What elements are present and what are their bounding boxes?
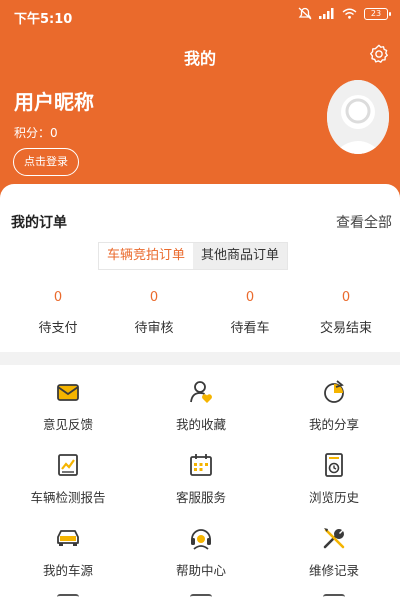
share-item[interactable]: 我的分享 xyxy=(274,379,394,433)
order-title: 我的订单 xyxy=(11,215,67,231)
login-button[interactable]: 点击登录 xyxy=(13,148,79,176)
headset-icon xyxy=(191,529,211,550)
repair-records-label: 维修记录 xyxy=(308,563,359,578)
services-grid: 意见反馈 我的收藏 我的分享 车辆检测报告 客服服务 浏览历史 我的车源 帮助中… xyxy=(0,365,400,600)
signal-icon xyxy=(319,8,334,19)
points-display: 积分：0 xyxy=(14,124,58,141)
history-icon xyxy=(325,453,343,477)
help-center-item[interactable]: 帮助中心 xyxy=(141,525,261,579)
points-label: 积分： xyxy=(14,126,51,140)
inspection-report-label: 车辆检测报告 xyxy=(30,490,106,505)
customer-service-item[interactable]: 客服服务 xyxy=(141,452,261,506)
order-stats: 0 待支付 0 待审核 0 待看车 0 交易结束 xyxy=(0,288,400,336)
view-all-orders-link[interactable]: 查看全部 xyxy=(336,212,392,232)
tab-vehicle-auction-orders[interactable]: 车辆竞拍订单 xyxy=(99,243,194,269)
battery-icon: 23 xyxy=(364,7,391,20)
status-time: 下午5:10 xyxy=(14,12,73,27)
favorites-label: 我的收藏 xyxy=(175,417,226,432)
browsing-history-label: 浏览历史 xyxy=(308,490,359,505)
stat-count: 0 xyxy=(53,290,63,305)
avatar[interactable] xyxy=(327,80,389,154)
stat-label: 待审核 xyxy=(134,321,174,336)
browsing-history-item[interactable]: 浏览历史 xyxy=(274,452,394,506)
next-row-icon-peek xyxy=(190,594,212,600)
status-bar: 下午5:10 23 xyxy=(0,0,400,30)
favorites-item[interactable]: 我的收藏 xyxy=(141,379,261,433)
report-icon xyxy=(58,454,78,476)
wifi-icon xyxy=(342,8,357,19)
order-section: 我的订单 查看全部 车辆竞拍订单 其他商品订单 0 待支付 0 待审核 0 待看… xyxy=(0,184,400,352)
share-icon xyxy=(324,380,344,403)
stat-pending-review[interactable]: 0 待审核 xyxy=(106,288,202,336)
favorites-icon xyxy=(190,381,212,403)
stat-label: 待支付 xyxy=(38,321,78,336)
stat-count: 0 xyxy=(149,290,159,305)
default-avatar-icon xyxy=(327,80,389,154)
share-label: 我的分享 xyxy=(308,417,359,432)
repair-records-item[interactable]: 维修记录 xyxy=(274,525,394,579)
stat-count: 0 xyxy=(341,290,351,305)
stat-label: 交易结束 xyxy=(319,321,372,336)
status-icons: 23 xyxy=(298,7,391,20)
my-vehicles-item[interactable]: 我的车源 xyxy=(8,525,128,579)
car-icon xyxy=(57,530,79,546)
tools-icon xyxy=(323,528,345,549)
user-nickname: 用户昵称 xyxy=(14,90,94,114)
feedback-item[interactable]: 意见反馈 xyxy=(8,379,128,433)
gear-icon[interactable] xyxy=(368,43,390,65)
help-center-label: 帮助中心 xyxy=(175,563,226,578)
customer-service-label: 客服服务 xyxy=(175,490,226,505)
feedback-label: 意见反馈 xyxy=(42,417,93,432)
order-tabs: 车辆竞拍订单 其他商品订单 xyxy=(98,242,289,270)
stat-label: 待看车 xyxy=(230,321,270,336)
next-row-icon-peek xyxy=(323,594,345,600)
stat-pending-payment[interactable]: 0 待支付 xyxy=(10,288,106,336)
tab-other-product-orders[interactable]: 其他商品订单 xyxy=(193,243,287,269)
feedback-icon xyxy=(57,384,79,401)
my-vehicles-label: 我的车源 xyxy=(42,563,93,578)
stat-pending-viewing[interactable]: 0 待看车 xyxy=(202,288,298,336)
points-value: 0 xyxy=(50,126,58,140)
page-title: 我的 xyxy=(183,49,216,68)
calendar-icon xyxy=(190,454,212,476)
stat-transaction-completed[interactable]: 0 交易结束 xyxy=(298,288,394,336)
stat-count: 0 xyxy=(245,290,255,305)
inspection-report-item[interactable]: 车辆检测报告 xyxy=(8,452,128,506)
next-row-icon-peek xyxy=(57,594,79,600)
mute-icon xyxy=(298,7,312,20)
